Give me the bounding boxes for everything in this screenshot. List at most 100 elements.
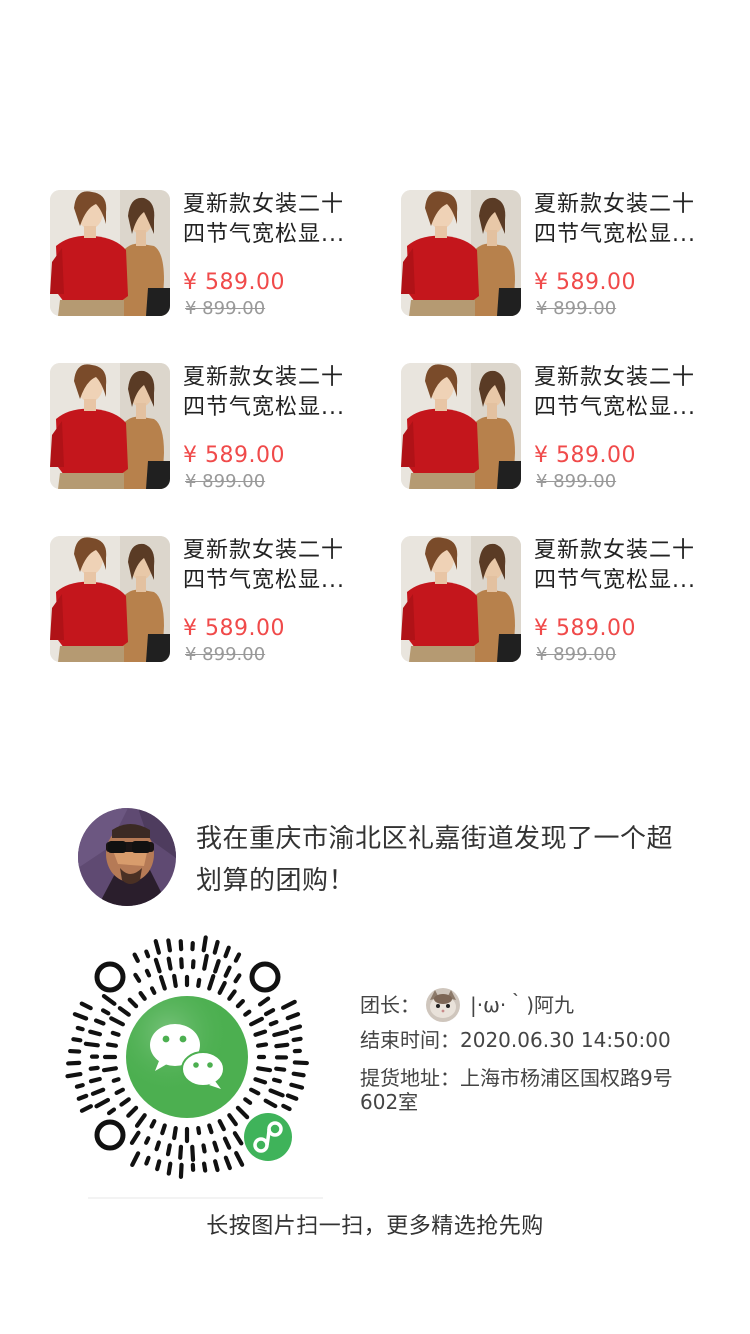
leader-label: 团长： xyxy=(360,993,420,1017)
qr-mark xyxy=(263,1008,276,1017)
product-title: 夏新款女装二十四节气宽松显... xyxy=(183,192,345,247)
qr-mark xyxy=(76,1093,89,1101)
qr-mark xyxy=(134,1113,147,1128)
qr-mark xyxy=(144,968,152,978)
qr-mark xyxy=(83,1041,100,1048)
product-card[interactable]: 夏新款女装二十四节气宽松显... ¥ 589.00 ¥ 899.00 xyxy=(401,190,710,319)
share-message: 我在重庆市渝北区礼嘉街道发现了一个超划算的团购！ xyxy=(196,824,674,896)
end-time-row: 结束时间： 2020.06.30 14:50:00 xyxy=(360,1028,700,1052)
qr-mark xyxy=(292,1060,309,1066)
leader-name: |·ω·｀)阿九 xyxy=(470,993,575,1017)
qr-mark xyxy=(253,1029,268,1037)
qr-mark xyxy=(100,1008,111,1016)
qr-mark xyxy=(256,1042,269,1048)
qr-mark xyxy=(235,1105,250,1120)
qr-mark xyxy=(105,1042,118,1048)
qr-mark xyxy=(153,939,161,955)
qr-mark xyxy=(72,1012,89,1021)
qr-mark xyxy=(65,1071,83,1079)
qr-mark xyxy=(212,939,220,955)
product-original-price: ¥ 899.00 xyxy=(185,298,266,319)
product-card[interactable]: 夏新款女装二十四节气宽松显... ¥ 589.00 ¥ 899.00 xyxy=(50,363,401,492)
product-price: ¥ 589.00 xyxy=(534,270,636,295)
qr-mark xyxy=(274,1042,290,1049)
qr-mark xyxy=(223,965,232,978)
qr-mark xyxy=(233,952,242,963)
qr-mark xyxy=(281,999,297,1010)
product-card[interactable]: 夏新款女装二十四节气宽松显... ¥ 589.00 ¥ 899.00 xyxy=(401,363,710,492)
qr-mark xyxy=(281,1103,292,1112)
qr-mark xyxy=(232,1131,244,1146)
qr-mark xyxy=(291,1036,303,1043)
qr-mark xyxy=(207,1123,214,1135)
qr-mark xyxy=(223,1155,232,1171)
qr-mark xyxy=(166,1161,173,1176)
product-info: 夏新款女装二十四节气宽松显... ¥ 589.00 ¥ 899.00 xyxy=(183,190,363,319)
qr-mark xyxy=(144,949,151,959)
qr-mark xyxy=(223,945,231,959)
qr-mark xyxy=(291,1071,306,1078)
qr-mark xyxy=(154,1140,161,1152)
product-image xyxy=(50,536,170,662)
product-card[interactable]: 夏新款女装二十四节气宽松显... ¥ 589.00 ¥ 899.00 xyxy=(50,536,401,665)
qr-mark xyxy=(243,1009,252,1017)
qr-mark xyxy=(217,980,227,995)
qr-mark xyxy=(213,958,221,974)
qr-mark xyxy=(94,1097,111,1109)
qr-mark xyxy=(285,1093,299,1101)
product-card[interactable]: 夏新款女装二十四节气宽松显... ¥ 589.00 ¥ 899.00 xyxy=(50,190,401,319)
product-original-price: ¥ 899.00 xyxy=(536,471,617,492)
product-price: ¥ 589.00 xyxy=(183,443,285,468)
qr-mark xyxy=(133,972,142,983)
product-image xyxy=(401,363,521,489)
product-price: ¥ 589.00 xyxy=(534,616,636,641)
qr-mark xyxy=(274,1066,287,1072)
product-card[interactable]: 夏新款女装二十四节气宽松显... ¥ 589.00 ¥ 899.00 xyxy=(401,536,710,665)
qr-mark xyxy=(207,974,216,991)
qr-mark xyxy=(155,1159,162,1172)
qr-divider xyxy=(88,1197,323,1199)
pickup-row: 提货地址：上海市杨浦区国权路9号602室 xyxy=(360,1066,700,1114)
mini-program-code[interactable] xyxy=(55,935,320,1200)
product-original-price: ¥ 899.00 xyxy=(185,471,266,492)
pickup-label: 提货地址： xyxy=(360,1066,460,1090)
product-title: 夏新款女装二十四节气宽松显... xyxy=(534,538,696,593)
qr-mark xyxy=(196,1126,202,1136)
product-info: 夏新款女装二十四节气宽松显... ¥ 589.00 ¥ 899.00 xyxy=(534,536,710,665)
product-info: 夏新款女装二十四节气宽松显... ¥ 589.00 ¥ 899.00 xyxy=(183,536,363,665)
qr-mark xyxy=(144,1155,151,1166)
qr-mark xyxy=(178,1144,184,1160)
qr-mark xyxy=(234,1151,245,1167)
qr-mark xyxy=(285,1012,301,1021)
product-price: ¥ 589.00 xyxy=(183,270,285,295)
qr-mark xyxy=(88,1065,100,1071)
qr-mark xyxy=(227,1113,238,1127)
qr-mark xyxy=(172,973,178,988)
qr-mark xyxy=(202,953,209,971)
mini-program-icon xyxy=(244,1113,292,1161)
wechat-icon xyxy=(126,996,248,1118)
group-details: 团长： |·ω·｀)阿九 结束时间： 2020.06.30 14:50:00 提… xyxy=(360,988,700,1114)
qr-mark xyxy=(201,1143,207,1154)
product-price: ¥ 589.00 xyxy=(183,616,285,641)
qr-mark xyxy=(166,938,173,953)
qr-mark xyxy=(114,1087,125,1095)
leader-row: 团长： |·ω·｀)阿九 xyxy=(360,988,700,1022)
qr-mark xyxy=(249,1087,261,1096)
qr-mark xyxy=(117,1006,131,1017)
qr-mark xyxy=(201,1161,208,1173)
qr-mark xyxy=(190,1144,196,1162)
qr-mark xyxy=(79,1001,93,1011)
qr-mark xyxy=(119,1097,131,1107)
product-grid: 夏新款女装二十四节气宽松显... ¥ 589.00 ¥ 899.00 夏新款女装… xyxy=(50,190,710,665)
qr-mark xyxy=(268,1088,285,1098)
qr-mark xyxy=(289,1082,305,1090)
product-original-price: ¥ 899.00 xyxy=(185,644,266,665)
qr-mark xyxy=(88,1076,102,1084)
qr-mark xyxy=(222,1136,232,1150)
qr-mark xyxy=(196,977,202,988)
qr-mark xyxy=(212,1140,219,1153)
product-info: 夏新款女装二十四节气宽松显... ¥ 589.00 ¥ 899.00 xyxy=(534,363,710,492)
product-title: 夏新款女装二十四节气宽松显... xyxy=(183,538,345,593)
qr-mark xyxy=(253,1077,268,1085)
